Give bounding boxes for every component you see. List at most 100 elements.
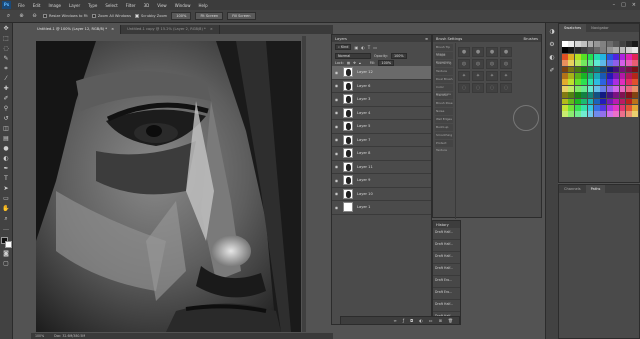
hand-tool-icon[interactable]: ✋	[2, 205, 11, 213]
group-icon[interactable]: ▭	[429, 318, 433, 323]
gradient-icon[interactable]: ▤	[2, 135, 11, 143]
brushes-tab[interactable]: Brushes	[524, 37, 538, 41]
color-swatch[interactable]	[581, 92, 587, 98]
document-canvas[interactable]	[36, 41, 301, 332]
color-swatch[interactable]	[613, 111, 619, 118]
color-swatch[interactable]	[625, 41, 632, 47]
color-swatch[interactable]	[568, 53, 575, 60]
color-swatch[interactable]	[625, 60, 632, 66]
clone-stamp-icon[interactable]: ⚲	[2, 105, 11, 113]
eyedropper-icon[interactable]: ⁄	[2, 75, 11, 83]
color-swatch[interactable]	[625, 92, 632, 98]
color-swatch[interactable]	[562, 66, 568, 73]
color-swatch[interactable]	[587, 104, 594, 111]
color-swatch[interactable]	[606, 92, 613, 98]
color-swatch[interactable]	[632, 79, 639, 86]
color-swatch[interactable]	[606, 60, 613, 66]
eye-icon[interactable]: ◉	[334, 164, 339, 169]
color-swatch[interactable]	[593, 98, 600, 105]
color-swatch[interactable]	[632, 60, 639, 66]
color-swatch[interactable]	[568, 66, 575, 73]
screen-mode-icon[interactable]: ▢	[2, 260, 11, 268]
eraser-icon[interactable]: ◫	[2, 125, 11, 133]
history-step[interactable]: Draft Half...	[433, 228, 460, 240]
brush-tip[interactable]: ◍	[458, 59, 470, 69]
color-swatch[interactable]	[574, 47, 581, 54]
crop-tool-icon[interactable]: ⌗	[2, 65, 11, 73]
color-swatch[interactable]	[568, 79, 575, 86]
minimize-icon[interactable]: –	[613, 2, 616, 8]
color-swatch[interactable]	[632, 53, 639, 60]
color-swatches[interactable]	[0, 237, 12, 248]
eye-icon[interactable]: ◉	[334, 151, 339, 156]
filter-shape-icon[interactable]: ▭	[373, 45, 377, 50]
history-step[interactable]: Draft Ero...	[433, 288, 460, 300]
color-swatch[interactable]	[593, 66, 600, 73]
color-swatch[interactable]	[606, 98, 613, 105]
color-swatch[interactable]	[619, 53, 626, 60]
color-swatch[interactable]	[587, 85, 594, 92]
layer-row[interactable]: ◉ Layer 6	[332, 80, 431, 93]
menu-type[interactable]: Type	[84, 3, 101, 8]
brush-tip[interactable]: ●	[486, 47, 498, 57]
color-swatch[interactable]	[587, 98, 594, 105]
color-swatch[interactable]	[619, 60, 626, 66]
color-swatch[interactable]	[593, 92, 600, 98]
layer-row[interactable]: ◉ Layer 10	[332, 188, 431, 201]
color-swatch[interactable]	[600, 60, 607, 66]
color-swatch[interactable]	[568, 60, 575, 66]
color-swatch[interactable]	[593, 41, 600, 47]
dodge-tool-icon[interactable]: ◐	[2, 155, 11, 163]
color-swatch[interactable]	[581, 104, 587, 111]
eye-icon[interactable]: ◉	[334, 83, 339, 88]
color-swatch[interactable]	[632, 92, 639, 98]
color-swatch[interactable]	[625, 79, 632, 86]
color-swatch[interactable]	[625, 111, 632, 118]
menu-filter[interactable]: Filter	[122, 3, 140, 8]
color-swatch[interactable]	[593, 85, 600, 92]
brush-tip[interactable]: ◌	[500, 83, 512, 93]
move-tool-icon[interactable]: ✥	[2, 25, 11, 33]
color-swatch[interactable]	[600, 41, 607, 47]
menu-help[interactable]: Help	[194, 3, 211, 8]
color-swatch[interactable]	[613, 85, 619, 92]
color-swatch[interactable]	[619, 41, 626, 47]
layer-row[interactable]: ◉ Layer 1	[332, 201, 431, 215]
color-swatch[interactable]	[587, 66, 594, 73]
color-swatch[interactable]	[574, 92, 581, 98]
brush-option-item[interactable]: Smoothing	[435, 132, 453, 139]
brush-tip[interactable]: ◍	[472, 59, 484, 69]
opacity-input[interactable]: 100%	[390, 52, 407, 59]
color-swatch[interactable]	[613, 53, 619, 60]
color-swatch[interactable]	[562, 41, 568, 47]
color-swatch[interactable]	[632, 41, 639, 47]
brush-option-item[interactable]: Color Dynamics	[435, 84, 453, 96]
adjustments-icon[interactable]: ◐	[548, 53, 557, 62]
color-swatch[interactable]	[606, 41, 613, 47]
color-swatch[interactable]	[606, 104, 613, 111]
brush-tool-icon[interactable]: ✐	[2, 95, 11, 103]
tab-navigator[interactable]: Navigator	[586, 24, 614, 32]
color-swatch[interactable]	[574, 60, 581, 66]
background-color[interactable]	[4, 241, 12, 248]
color-swatch[interactable]	[600, 98, 607, 105]
brush-tip[interactable]: ◍	[486, 59, 498, 69]
color-swatch[interactable]	[606, 66, 613, 73]
brush-option-item[interactable]: Protect Texture	[435, 140, 453, 152]
color-swatch[interactable]	[613, 72, 619, 79]
color-swatch[interactable]	[574, 104, 581, 111]
color-swatch[interactable]	[606, 111, 613, 118]
history-brush-icon[interactable]: ↺	[2, 115, 11, 123]
layer-row[interactable]: ◉ Layer 3	[332, 93, 431, 107]
history-step[interactable]: Draft Half...	[433, 252, 460, 264]
color-swatch[interactable]	[593, 60, 600, 66]
color-swatch[interactable]	[632, 72, 639, 79]
color-swatch[interactable]	[587, 111, 594, 118]
color-swatch[interactable]	[619, 98, 626, 105]
color-swatch[interactable]	[581, 53, 587, 60]
zoom-all-option[interactable]: Zoom All Windows	[91, 14, 131, 18]
quick-mask-icon[interactable]: ◙	[2, 250, 11, 258]
color-swatch[interactable]	[625, 104, 632, 111]
properties-icon[interactable]: ⚙	[548, 40, 557, 49]
color-swatch[interactable]	[562, 104, 568, 111]
